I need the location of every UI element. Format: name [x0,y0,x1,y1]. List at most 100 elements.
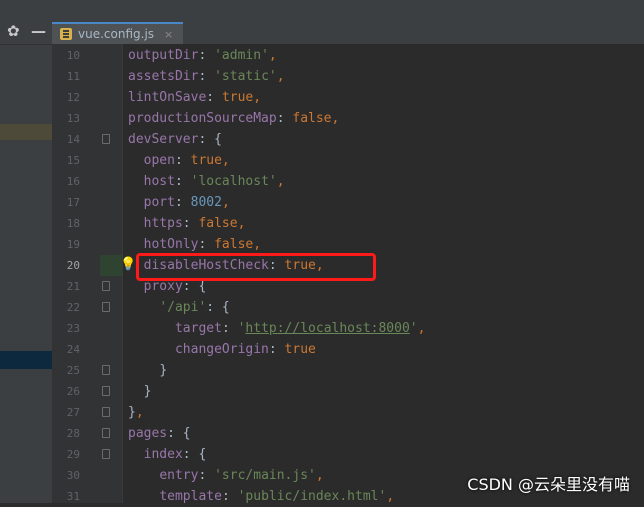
code-token: 8002 [190,195,222,210]
code-line[interactable]: 17 port: 8002, [52,192,644,213]
code-line[interactable]: 14 devServer: { [52,129,644,150]
code-token: target [174,321,222,336]
code-token: 'src/main.js' [214,468,316,483]
line-number: 13 [66,112,80,125]
close-icon[interactable]: × [164,28,173,41]
code-text: port: 8002, [128,192,230,213]
code-token: , [417,321,426,336]
code-token: port [143,195,175,210]
code-text: host: 'localhost', [128,171,285,192]
code-token: host [143,174,175,189]
fold-marker-icon[interactable] [102,407,110,417]
code-token: : [174,153,191,168]
code-line[interactable]: 19 hotOnly: false, [52,234,644,255]
line-number: 24 [66,343,80,356]
code-token: index [143,447,183,462]
code-text: open: true, [128,150,230,171]
code-token: template [159,489,222,504]
code-line[interactable]: 16 host: 'localhost', [52,171,644,192]
code-token: : { [167,426,191,441]
line-number: 31 [66,490,80,503]
fold-marker-icon[interactable] [102,386,110,396]
minimize-icon[interactable]: — [31,22,46,40]
code-token: : { [182,447,207,462]
code-line[interactable]: 23 target: 'http://localhost:8000', [52,318,644,339]
code-line[interactable]: 22 '/api': { [52,297,644,318]
code-token: false, [214,237,262,252]
code-line[interactable]: 13 productionSourceMap: false, [52,108,644,129]
code-token: : { [182,279,207,294]
code-token: ' [409,321,418,336]
tab-vue-config-js[interactable]: vue.config.js × [52,22,184,44]
fold-marker-icon[interactable] [102,134,110,144]
project-tree-row-selected[interactable] [0,351,52,369]
code-line[interactable]: 28 pages: { [52,423,644,444]
line-number: 19 [66,238,80,251]
code-token: } [159,363,168,378]
fold-marker-icon[interactable] [102,428,110,438]
line-number: 22 [66,301,80,314]
code-text: productionSourceMap: false, [128,108,339,129]
fold-marker-icon[interactable] [102,302,110,312]
code-text: '/api': { [128,297,229,318]
fold-marker-icon[interactable] [102,449,110,459]
code-token: pages [128,426,168,441]
fold-marker-icon[interactable] [102,365,110,375]
code-token: : [198,237,215,252]
project-tree-row[interactable] [0,124,52,140]
code-token: : [221,489,238,504]
code-editor[interactable]: 10 outputDir: 'admin', 11 assetsDir: 'stati… [52,44,644,504]
code-token: , [276,174,285,189]
code-line[interactable]: 29 index: { [52,444,644,465]
code-token: assetsDir [128,69,199,84]
code-line[interactable]: 11 assetsDir: 'static', [52,66,644,87]
code-text: } [128,360,167,381]
code-line[interactable]: 26 } [52,381,644,402]
code-text: pages: { [128,423,191,444]
project-panel [0,0,53,503]
editor-tab-bar: ✿ — vue.config.js × [0,0,644,45]
code-text: }, [128,402,144,423]
code-token: , [135,405,144,420]
line-number: 28 [66,427,80,440]
line-number: 10 [66,49,80,62]
code-token: productionSourceMap [128,111,277,126]
code-token: 'static' [214,69,277,84]
code-line[interactable]: 12 lintOnSave: true, [52,87,644,108]
fold-marker-icon[interactable] [102,281,110,291]
code-line[interactable]: 27}, [52,402,644,423]
tab-label: vue.config.js [78,27,155,41]
code-token: open [143,153,175,168]
code-line[interactable]: 10 outputDir: 'admin', [52,45,644,66]
code-token: proxy [143,279,183,294]
code-text: https: false, [128,213,246,234]
code-line[interactable]: 25 } [52,360,644,381]
code-token: : [206,90,222,105]
code-token: http://localhost:8000 [245,321,410,336]
code-token: , [268,48,277,63]
code-line[interactable]: 24 changeOrigin: true [52,339,644,360]
code-token: outputDir [128,48,199,63]
highlight-box [136,253,376,281]
line-number: 17 [66,196,80,209]
code-token: : [221,321,238,336]
code-token: : [174,174,191,189]
code-line[interactable]: 18 https: false, [52,213,644,234]
code-token: , [315,468,324,483]
code-token: https [143,216,183,231]
line-number: 25 [66,364,80,377]
code-line[interactable]: 15 open: true, [52,150,644,171]
gear-icon[interactable]: ✿ [7,22,20,40]
code-token: , [221,195,230,210]
code-token: hotOnly [143,237,199,252]
